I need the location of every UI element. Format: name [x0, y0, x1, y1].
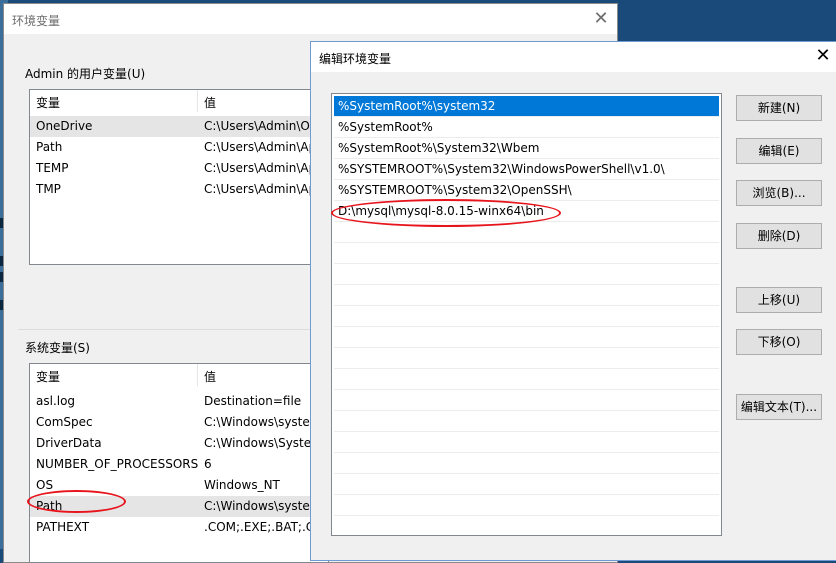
table-row[interactable]: DriverData C:\Windows\Syster	[30, 433, 328, 454]
var-name: OS	[36, 478, 54, 492]
path-entry-text: %SYSTEMROOT%\System32\WindowsPowerShell\…	[338, 162, 665, 176]
list-item[interactable]: %SystemRoot%\system32	[334, 96, 719, 117]
empty-row[interactable]	[334, 390, 719, 411]
var-value: C:\Users\Admin\Ap	[204, 140, 317, 154]
column-header-variable[interactable]: 变量	[36, 94, 60, 111]
table-row[interactable]: PATHEXT .COM;.EXE;.BAT;.CI	[30, 517, 328, 538]
delete-button[interactable]: 删除(D)	[736, 223, 822, 249]
group-divider	[18, 329, 318, 330]
column-header-value[interactable]: 值	[204, 368, 216, 385]
env-dialog-titlebar[interactable]: 环境变量 ✕	[4, 4, 617, 34]
list-item[interactable]: %SystemRoot%	[334, 117, 719, 138]
table-row[interactable]: OneDrive C:\Users\Admin\O	[30, 116, 328, 137]
path-entry-text: %SystemRoot%\System32\Wbem	[338, 141, 540, 155]
move-up-button[interactable]: 上移(U)	[736, 287, 822, 313]
edit-dialog-titlebar[interactable]: 编辑环境变量 ✕	[311, 42, 836, 72]
move-down-button[interactable]: 下移(O)	[736, 329, 822, 355]
empty-row[interactable]	[334, 306, 719, 327]
empty-row[interactable]	[334, 264, 719, 285]
var-value: C:\Windows\syster	[204, 415, 315, 429]
var-value: Windows_NT	[204, 478, 280, 492]
var-name: DriverData	[36, 436, 102, 450]
path-entry-text: %SystemRoot%\system32	[338, 99, 496, 113]
new-button[interactable]: 新建(N)	[736, 95, 822, 121]
list-item[interactable]: %SYSTEMROOT%\System32\WindowsPowerShell\…	[334, 159, 719, 180]
table-row[interactable]: ComSpec C:\Windows\syster	[30, 412, 328, 433]
close-icon[interactable]: ✕	[591, 9, 611, 29]
path-entry-text: %SYSTEMROOT%\System32\OpenSSH\	[338, 183, 572, 197]
user-vars-group-label: Admin 的用户变量(U)	[25, 67, 146, 81]
annotation-ellipse	[27, 490, 126, 513]
var-value: C:\Users\Admin\Ap	[204, 161, 317, 175]
var-value: C:\Users\Admin\Ap	[204, 182, 317, 196]
var-name: TEMP	[36, 161, 69, 175]
list-item[interactable]: %SystemRoot%\System32\Wbem	[334, 138, 719, 159]
user-vars-list[interactable]: 变量 值 OneDrive C:\Users\Admin\O Path C:\U…	[29, 89, 329, 265]
table-row[interactable]: asl.log Destination=file	[30, 391, 328, 412]
list-item[interactable]: %SYSTEMROOT%\System32\OpenSSH\	[334, 180, 719, 201]
var-name: OneDrive	[36, 119, 93, 133]
column-header-variable[interactable]: 变量	[36, 368, 60, 385]
var-name: Path	[36, 140, 63, 154]
var-name: PATHEXT	[36, 520, 90, 534]
table-row[interactable]: TEMP C:\Users\Admin\Ap	[30, 158, 328, 179]
system-vars-list[interactable]: 变量 值 asl.log Destination=file ComSpec C:…	[29, 363, 329, 563]
edit-environment-variable-dialog: 编辑环境变量 ✕ %SystemRoot%\system32 %SystemRo…	[310, 41, 836, 561]
var-name: TMP	[36, 182, 61, 196]
var-value: C:\Users\Admin\O	[204, 119, 310, 133]
var-name: ComSpec	[36, 415, 93, 429]
var-value: C:\Windows\Syster	[204, 436, 317, 450]
empty-row[interactable]	[334, 474, 719, 495]
annotation-ellipse	[331, 199, 561, 227]
var-value: .COM;.EXE;.BAT;.CI	[204, 520, 318, 534]
var-value: Destination=file	[204, 394, 302, 408]
table-row[interactable]: TMP C:\Users\Admin\Ap	[30, 179, 328, 200]
path-entries-list[interactable]: %SystemRoot%\system32 %SystemRoot% %Syst…	[331, 93, 722, 536]
empty-row[interactable]	[334, 411, 719, 432]
empty-row[interactable]	[334, 348, 719, 369]
system-vars-group-label: 系统变量(S)	[25, 341, 90, 355]
empty-row[interactable]	[334, 495, 719, 516]
table-row[interactable]: NUMBER_OF_PROCESSORS 6	[30, 454, 328, 475]
var-name: asl.log	[36, 394, 76, 408]
column-header-value[interactable]: 值	[204, 94, 216, 111]
empty-row[interactable]	[334, 285, 719, 306]
edit-text-button[interactable]: 编辑文本(T)...	[736, 394, 822, 420]
edit-dialog-title: 编辑环境变量	[319, 52, 392, 66]
var-value: C:\Windows\syster	[204, 499, 315, 513]
empty-row[interactable]	[334, 243, 719, 264]
column-divider[interactable]	[197, 90, 198, 112]
edit-button[interactable]: 编辑(E)	[736, 138, 822, 164]
var-value: 6	[204, 457, 212, 471]
empty-row[interactable]	[334, 453, 719, 474]
close-icon[interactable]: ✕	[813, 46, 833, 66]
var-name: NUMBER_OF_PROCESSORS	[36, 457, 199, 471]
column-divider[interactable]	[197, 364, 198, 386]
user-vars-header: 变量 值	[30, 90, 328, 112]
empty-row[interactable]	[334, 327, 719, 348]
path-entry-text: %SystemRoot%	[338, 120, 433, 134]
system-vars-header: 变量 值	[30, 364, 328, 386]
browse-button[interactable]: 浏览(B)...	[736, 180, 822, 206]
empty-row[interactable]	[334, 432, 719, 453]
empty-row[interactable]	[334, 369, 719, 390]
table-row[interactable]: Path C:\Users\Admin\Ap	[30, 137, 328, 158]
env-dialog-title: 环境变量	[12, 14, 61, 28]
